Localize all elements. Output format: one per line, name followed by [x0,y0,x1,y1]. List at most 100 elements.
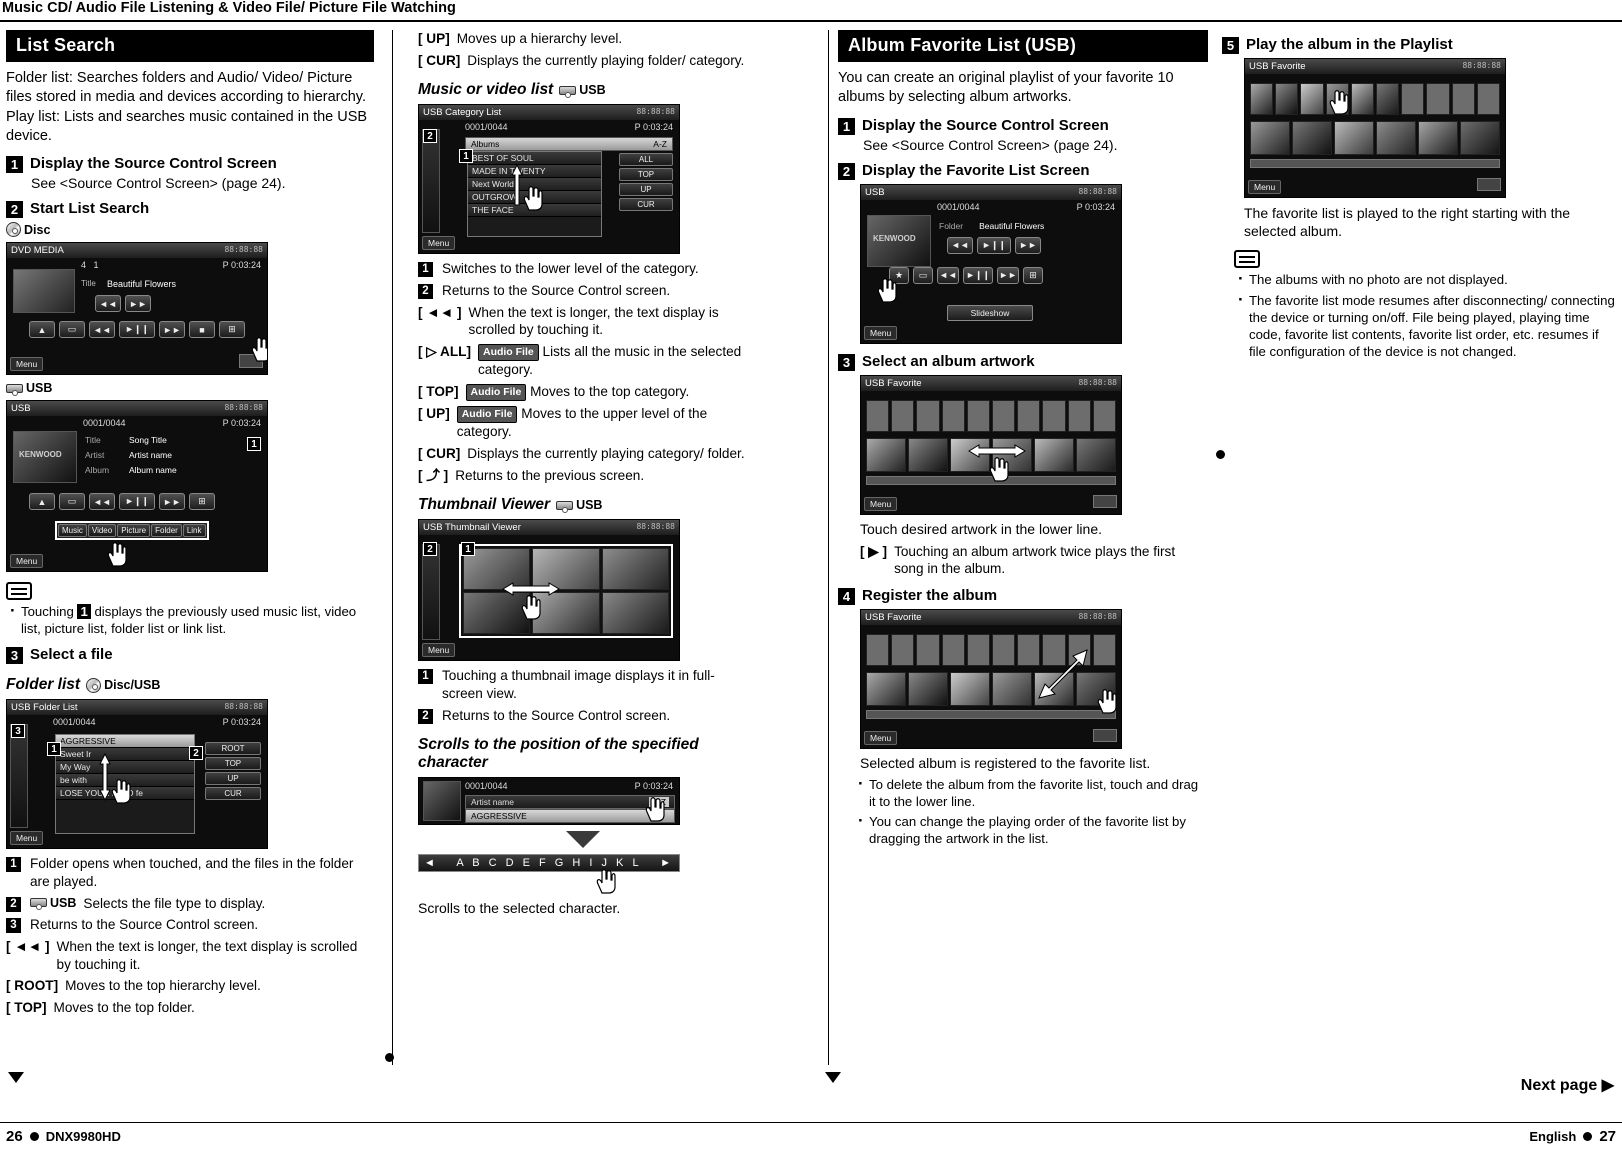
favorite-list-row[interactable] [866,399,1116,432]
folder-button[interactable]: ▭ [913,266,933,284]
favorite-slot[interactable] [941,633,965,666]
favorite-slot[interactable] [992,399,1016,432]
up-button[interactable]: UP [619,183,673,197]
favorite-slot[interactable] [941,399,965,432]
favorite-slot[interactable] [1376,83,1400,115]
tab-picture[interactable]: Picture [117,524,151,538]
list-item-selected[interactable]: AGGRESSIVE [56,735,194,749]
next-button[interactable]: ►► [125,295,151,313]
scrollbar[interactable] [866,475,1116,485]
album-artwork[interactable] [992,671,1032,706]
list-item[interactable]: be with [56,774,194,788]
az-button[interactable]: A-Z [649,797,669,808]
favorite-slot[interactable] [1092,399,1116,432]
menu-button[interactable]: Menu [1248,180,1282,194]
album-artwork[interactable] [908,437,948,472]
favorite-slot[interactable] [1350,83,1374,115]
album-artwork[interactable] [1460,121,1500,155]
list-item[interactable]: MADE IN TWENTY [468,165,601,179]
play-pause-button[interactable]: ►❙❙ [119,321,155,339]
return-button[interactable] [239,354,263,369]
album-artwork[interactable] [1376,121,1416,155]
add-button[interactable]: ⊞ [219,321,245,339]
thumbnail-grid[interactable] [459,544,673,639]
next-track-button[interactable]: ►► [159,321,185,339]
folder-button[interactable]: ▭ [59,493,85,511]
album-artwork-row[interactable] [1250,121,1500,155]
favorite-slot[interactable] [1067,399,1091,432]
album-artwork[interactable] [908,671,948,706]
album-artwork[interactable] [1250,121,1290,155]
album-artwork[interactable] [1076,437,1116,472]
scrollbar[interactable] [1250,159,1500,168]
list-item[interactable]: My Way [56,761,194,775]
favorite-slot[interactable] [1401,83,1425,115]
prev-button[interactable]: ◄◄ [947,236,973,254]
top-button[interactable]: TOP [619,168,673,182]
up-button[interactable]: ▲ [29,321,55,339]
file-type-tabs[interactable]: Music Video Picture Folder Link [55,521,209,541]
scrollbar[interactable] [866,709,1116,719]
favorite-slot[interactable] [866,633,890,666]
next-track-button[interactable]: ►► [159,493,185,511]
favorite-slot[interactable] [1426,83,1450,115]
thumbnail[interactable] [463,592,531,635]
list-item[interactable]: LOSE YOUR MIND fe [56,787,194,801]
up-button[interactable]: ▲ [29,493,55,511]
return-button[interactable] [1093,728,1117,742]
top-button[interactable]: TOP [205,757,261,771]
album-artwork[interactable] [950,671,990,706]
tab-video[interactable]: Video [87,524,117,538]
return-button[interactable] [1093,494,1117,508]
thumbnail[interactable] [601,592,669,635]
favorite-slot[interactable] [1250,83,1274,115]
menu-button[interactable]: Menu [864,730,898,745]
menu-button[interactable]: Menu [422,643,456,658]
list-item[interactable]: BEST OF SOUL [468,152,601,166]
menu-button[interactable]: Menu [10,554,44,569]
add-button[interactable]: ⊞ [189,493,215,511]
list-item[interactable]: OUTGROW [468,191,601,205]
prev-track-button[interactable]: ◄◄ [89,493,115,511]
menu-button[interactable]: Menu [10,357,44,372]
menu-button[interactable]: Menu [10,831,44,846]
up-button[interactable]: UP [205,772,261,786]
favorite-button[interactable]: ★ [889,266,909,284]
character-list[interactable]: A B C D E F G H I J K L [456,857,641,869]
prev-track-button[interactable]: ◄◄ [937,266,959,284]
play-pause-button[interactable]: ►❙❙ [977,236,1011,254]
list-item[interactable]: THE FACE [468,204,601,218]
favorite-slot[interactable] [1092,633,1116,666]
menu-button[interactable]: Menu [864,325,898,340]
thumbnail[interactable] [532,592,600,635]
folder-item-list[interactable]: AGGRESSIVE Sweet Ir My Way be with LOSE … [55,734,195,835]
menu-button[interactable]: Menu [864,496,898,511]
favorite-slot[interactable] [1275,83,1299,115]
favorite-slot[interactable] [966,399,990,432]
character-bar[interactable]: ◄ A B C D E F G H I J K L ► [418,854,680,873]
tab-music[interactable]: Music [58,524,87,538]
play-pause-button[interactable]: ►❙❙ [963,266,993,284]
highlight-row[interactable]: AGGRESSIVE [465,809,675,824]
scroll-right-icon[interactable]: ► [660,857,674,869]
favorite-slot[interactable] [891,399,915,432]
tab-link[interactable]: Link [182,524,206,538]
stop-button[interactable]: ■ [189,321,215,339]
menu-button[interactable]: Menu [422,236,456,251]
favorite-list-row[interactable] [1250,83,1500,115]
list-item[interactable]: Sweet Ir [56,748,194,762]
cur-button[interactable]: CUR [619,198,673,212]
album-artwork[interactable] [866,437,906,472]
prev-button[interactable]: ◄◄ [95,295,121,313]
return-button[interactable] [1477,178,1501,191]
list-item[interactable]: Next World [468,178,601,192]
tab-folder[interactable]: Folder [151,524,182,538]
favorite-slot[interactable] [916,399,940,432]
album-artwork[interactable] [1418,121,1458,155]
play-pause-button[interactable]: ►❙❙ [119,493,155,511]
favorite-slot[interactable] [1017,399,1041,432]
favorite-slot[interactable] [891,633,915,666]
favorite-slot[interactable] [1451,83,1475,115]
album-artwork[interactable] [1034,437,1074,472]
favorite-slot[interactable] [1325,83,1349,115]
